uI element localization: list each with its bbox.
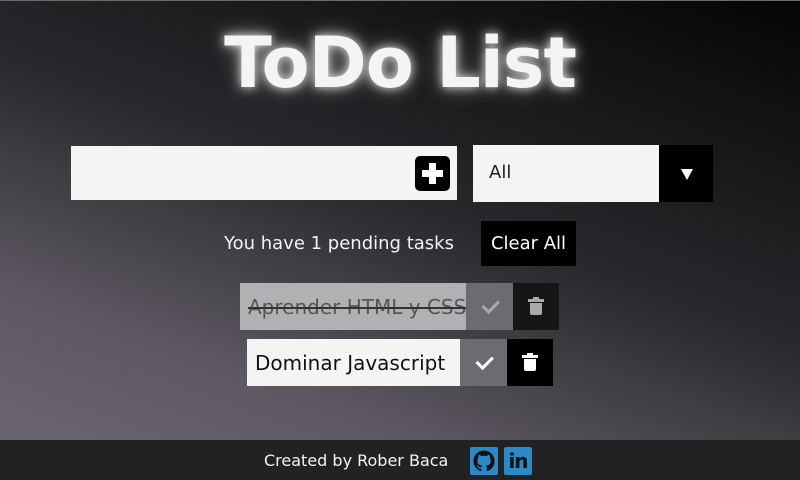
filter-selected-value: All [489, 162, 512, 183]
trash-icon [522, 353, 538, 371]
pending-tasks-count: You have 1 pending tasks [224, 233, 454, 254]
todo-text: Aprender HTML y CSS [240, 283, 466, 330]
delete-button[interactable] [513, 283, 559, 330]
todo-item: Aprender HTML y CSS [240, 283, 560, 330]
plus-icon [415, 156, 450, 191]
check-icon [475, 351, 494, 370]
caret-down-icon [681, 169, 693, 180]
filter-dropdown-button[interactable] [659, 145, 713, 202]
check-icon [481, 295, 500, 314]
complete-button[interactable] [466, 283, 513, 330]
github-icon [473, 450, 495, 472]
page-title: ToDo List [224, 22, 577, 104]
linkedin-icon: in [508, 449, 528, 473]
linkedin-link[interactable]: in [504, 447, 532, 475]
todo-input[interactable] [71, 146, 407, 200]
github-link[interactable] [470, 447, 498, 475]
clear-all-button[interactable]: Clear All [481, 221, 576, 266]
complete-button[interactable] [460, 339, 507, 386]
todo-text: Dominar Javascript [247, 339, 460, 386]
footer-credit: Created by Rober Baca [264, 451, 449, 470]
footer: Created by Rober Baca in [0, 440, 800, 480]
delete-button[interactable] [507, 339, 553, 386]
filter-select[interactable]: All [473, 145, 713, 202]
trash-icon [528, 297, 544, 315]
todo-item: Dominar Javascript [247, 339, 553, 386]
top-divider [0, 0, 800, 1]
todo-input-container [71, 146, 457, 200]
add-todo-button[interactable] [415, 156, 450, 191]
